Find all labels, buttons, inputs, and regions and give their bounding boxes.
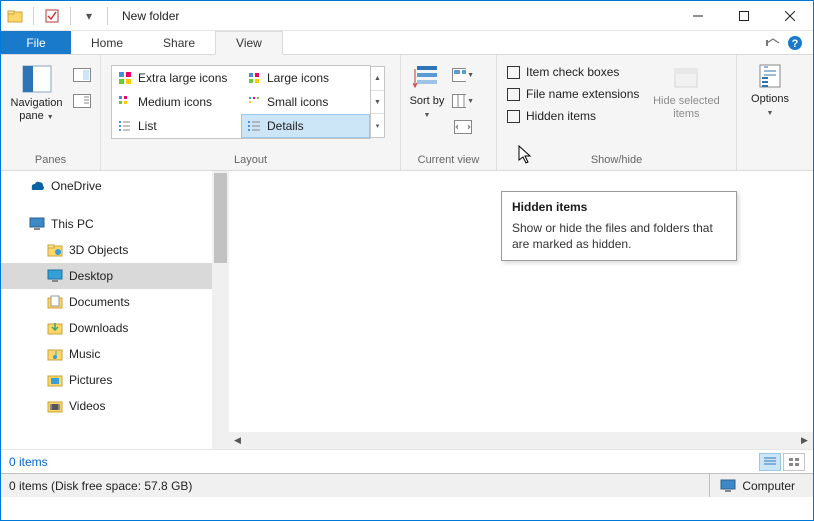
- folder-icon: [7, 8, 23, 24]
- tab-home[interactable]: Home: [71, 31, 143, 54]
- status-bar: 0 items: [1, 449, 813, 473]
- view-largeicons-toggle[interactable]: [783, 453, 805, 471]
- options-button[interactable]: Options▼: [743, 59, 797, 124]
- tab-share[interactable]: Share: [143, 31, 215, 54]
- tab-file[interactable]: File: [1, 31, 71, 54]
- layout-medium[interactable]: Medium icons: [112, 90, 241, 114]
- tooltip-title: Hidden items: [512, 200, 726, 214]
- item-checkboxes-toggle[interactable]: Item check boxes: [503, 61, 643, 83]
- qat-dropdown-icon[interactable]: ▾: [81, 8, 97, 24]
- tooltip: Hidden items Show or hide the files and …: [501, 191, 737, 261]
- window-title: New folder: [122, 9, 179, 23]
- view-details-toggle[interactable]: [759, 453, 781, 471]
- details-pane-button[interactable]: [70, 89, 94, 113]
- separator: [33, 7, 34, 25]
- layout-scroll[interactable]: ▲▼▾: [371, 66, 385, 138]
- group-label-showhide: Show/hide: [503, 152, 730, 168]
- minimize-button[interactable]: [675, 1, 721, 31]
- nav-scrollbar[interactable]: [212, 171, 229, 449]
- nav-music[interactable]: Music: [1, 341, 229, 367]
- navigation-pane: OneDrive This PC 3D Objects Desktop Docu…: [1, 171, 229, 449]
- preview-pane-button[interactable]: [70, 63, 94, 87]
- svg-text:?: ?: [792, 38, 799, 50]
- separator: [107, 7, 108, 25]
- hidden-items-toggle[interactable]: Hidden items: [503, 105, 643, 127]
- group-label-currentview: Current view: [407, 152, 490, 168]
- sort-by-button[interactable]: Sort by ▼: [407, 59, 447, 126]
- close-button[interactable]: [767, 1, 813, 31]
- tooltip-text: Show or hide the files and folders that …: [512, 220, 726, 252]
- nav-desktop[interactable]: Desktop: [1, 263, 229, 289]
- layout-large[interactable]: Large icons: [241, 66, 370, 90]
- group-by-button[interactable]: ▼: [451, 63, 475, 87]
- scroll-left-icon[interactable]: ◀: [229, 432, 246, 449]
- computer-indicator: Computer: [709, 474, 805, 497]
- scroll-right-icon[interactable]: ▶: [796, 432, 813, 449]
- layout-list[interactable]: List: [112, 114, 241, 138]
- file-extensions-toggle[interactable]: File name extensions: [503, 83, 643, 105]
- tab-view[interactable]: View: [215, 31, 283, 55]
- navigation-pane-button[interactable]: Navigation pane ▼: [7, 59, 66, 128]
- nav-documents[interactable]: Documents: [1, 289, 229, 315]
- disk-space-text: 0 items (Disk free space: 57.8 GB): [9, 479, 192, 493]
- group-label-layout: Layout: [107, 152, 394, 168]
- nav-videos[interactable]: Videos: [1, 393, 229, 419]
- titlebar: ▾ New folder: [1, 1, 813, 31]
- nav-3dobjects[interactable]: 3D Objects: [1, 237, 229, 263]
- ribbon-tabs: File Home Share View ?: [1, 31, 813, 55]
- add-columns-button[interactable]: ▼: [451, 89, 475, 113]
- layout-details[interactable]: Details: [241, 114, 370, 138]
- maximize-button[interactable]: [721, 1, 767, 31]
- status-bar-secondary: 0 items (Disk free space: 57.8 GB) Compu…: [1, 473, 813, 497]
- layout-extra-large[interactable]: Extra large icons: [112, 66, 241, 90]
- item-count: 0 items: [9, 455, 48, 469]
- nav-thispc[interactable]: This PC: [1, 211, 229, 237]
- nav-downloads[interactable]: Downloads: [1, 315, 229, 341]
- nav-pictures[interactable]: Pictures: [1, 367, 229, 393]
- size-columns-button[interactable]: [451, 115, 475, 139]
- help-icon[interactable]: ?: [787, 35, 803, 51]
- group-label-panes: Panes: [7, 152, 94, 168]
- layout-gallery[interactable]: Extra large icons Large icons Medium ico…: [111, 65, 371, 139]
- content-scrollbar[interactable]: ◀ ▶: [229, 432, 813, 449]
- properties-icon[interactable]: [44, 8, 60, 24]
- ribbon: Navigation pane ▼ Panes Extra large icon…: [1, 55, 813, 171]
- separator: [70, 7, 71, 25]
- layout-small[interactable]: Small icons: [241, 90, 370, 114]
- minimize-ribbon-icon[interactable]: [765, 37, 781, 49]
- nav-onedrive[interactable]: OneDrive: [1, 173, 229, 199]
- hide-selected-button[interactable]: Hide selected items: [647, 59, 725, 125]
